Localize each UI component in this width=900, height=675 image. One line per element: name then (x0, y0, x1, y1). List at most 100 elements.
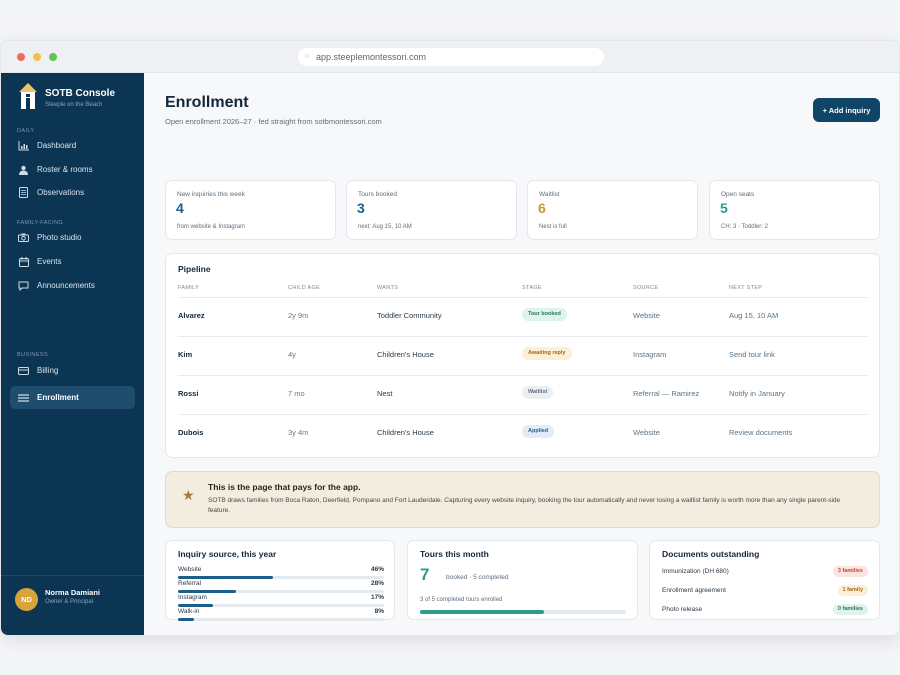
source-label: Walk-in (178, 608, 200, 615)
user-name: Norma Damiani (45, 588, 101, 597)
stat-note: Nest is full (539, 224, 567, 230)
wants-program: Nest (377, 389, 393, 398)
documents-title: Documents outstanding (662, 549, 760, 559)
source-label: Referral (178, 580, 202, 587)
next-step: Aug 15, 10 AM (729, 311, 779, 320)
table-row[interactable]: Dubois 3y 4m Children's House Applied We… (178, 414, 868, 453)
address-bar[interactable]: ○ app.steeplemontessori.com (298, 48, 604, 66)
person-icon (18, 164, 29, 175)
brand-title: SOTB Console (45, 88, 116, 99)
user-role: Owner & Principal (45, 599, 94, 605)
pipeline-table: Pipeline Family Child age Wants Stage So… (165, 253, 880, 458)
source-bar-fill (178, 576, 273, 579)
child-age: 3y 4m (288, 428, 309, 437)
document-row[interactable]: Photo release 0 families (662, 604, 868, 621)
sidebar-item-photo-studio[interactable]: Photo studio (10, 226, 135, 249)
sidebar-item-label: Events (37, 257, 62, 266)
source-bar-track (178, 576, 384, 579)
add-inquiry-button[interactable]: + Add inquiry (813, 98, 880, 122)
source: Instagram (633, 350, 667, 359)
child-age: 2y 9m (288, 311, 309, 320)
column-header-wants: Wants (377, 285, 399, 291)
maximize-window-button[interactable] (49, 53, 57, 61)
stage-badge: Tour booked (522, 308, 567, 321)
star-icon: ★ (182, 487, 195, 503)
stage-badge: Waitlist (522, 386, 554, 399)
document-label: Immunization (DH 680) (662, 568, 729, 575)
stat-card-open-seats[interactable]: Open seats 5 CH: 3 · Toddler: 2 (709, 180, 880, 240)
source-row: Referral 28% (178, 580, 384, 595)
source-label: Website (178, 566, 202, 573)
wants-program: Toddler Community (377, 311, 442, 320)
inquiry-source-card: Inquiry source, this year Website 46% Refe… (165, 540, 395, 623)
minimize-window-button[interactable] (33, 53, 41, 61)
source-bar-track (178, 618, 384, 621)
column-header-family: Family (178, 285, 199, 291)
tours-progress-fill (420, 610, 544, 614)
sidebar-item-label: Observations (37, 188, 85, 197)
sidebar-item-announcements[interactable]: Announcements (10, 274, 135, 297)
stat-note: from website & Instagram (177, 224, 246, 230)
stage-badge: Awaiting reply (522, 347, 572, 360)
sidebar-item-label: Announcements (37, 281, 95, 290)
stat-label: Open seats (721, 191, 755, 198)
calendar-icon (18, 256, 29, 267)
table-row[interactable]: Alvarez 2y 9m Toddler Community Tour boo… (178, 297, 868, 336)
main-content: Enrollment Open enrollment 2026–27 · fed… (144, 73, 899, 635)
browser-window: ○ app.steeplemontessori.com SOTB Console… (0, 40, 900, 636)
next-step: Review documents (729, 428, 793, 437)
source-percent: 46% (370, 566, 384, 573)
close-window-button[interactable] (17, 53, 25, 61)
inquiry-source-title: Inquiry source, this year (178, 549, 277, 559)
column-header-stage: Stage (522, 285, 542, 291)
lock-icon: ○ (305, 53, 310, 60)
source-label: Instagram (178, 594, 207, 601)
stat-note: CH: 3 · Toddler: 2 (721, 224, 768, 230)
source-percent: 17% (370, 594, 384, 601)
stat-card-waitlist[interactable]: Waitlist 6 Nest is full (527, 180, 698, 240)
sidebar-item-enrollment[interactable]: Enrollment (10, 386, 135, 409)
source-row: Walk-in 8% (178, 608, 384, 623)
stat-card-tours-booked[interactable]: Tours booked 3 next: Aug 15, 10 AM (346, 180, 517, 240)
source: Referral — Ramirez (633, 389, 700, 398)
sidebar-item-events[interactable]: Events (10, 250, 135, 273)
family-name: Dubois (178, 428, 204, 437)
document-count-badge: 3 families (832, 566, 868, 577)
page-title: Enrollment (165, 94, 249, 111)
table-row[interactable]: Rossi 7 mo Nest Waitlist Referral — Rami… (178, 375, 868, 414)
banner-title: This is the page that pays for the app. (208, 482, 361, 492)
family-name: Alvarez (178, 311, 205, 320)
stat-label: Waitlist (539, 191, 560, 198)
document-row[interactable]: Immunization (DH 680) 3 families (662, 566, 868, 583)
sidebar-item-roster[interactable]: Roster & rooms (10, 158, 135, 181)
document-row[interactable]: Enrollment agreement 1 family (662, 585, 868, 602)
wants-program: Children's House (377, 350, 434, 359)
info-banner: ★ This is the page that pays for the app… (165, 471, 880, 528)
sidebar-item-observations[interactable]: Observations (10, 181, 135, 204)
document-icon (18, 187, 29, 198)
document-count-badge: 0 families (832, 604, 868, 615)
source-bar-fill (178, 618, 195, 621)
child-age: 7 mo (288, 389, 305, 398)
stat-value: 5 (720, 200, 728, 216)
user-profile[interactable]: ND Norma Damiani Owner & Principal (1, 575, 144, 635)
card-icon (18, 365, 29, 376)
sidebar-item-dashboard[interactable]: Dashboard (10, 134, 135, 157)
tours-progress-track (420, 610, 626, 614)
source: Website (633, 311, 660, 320)
sidebar-item-billing[interactable]: Billing (10, 359, 135, 382)
pipeline-title: Pipeline (178, 264, 211, 274)
url-text: app.steeplemontessori.com (316, 52, 427, 62)
steeple-logo-icon (19, 83, 37, 109)
wants-program: Children's House (377, 428, 434, 437)
stat-card-new-inquiries[interactable]: New inquiries this week 4 from website &… (165, 180, 336, 240)
stat-label: New inquiries this week (177, 191, 245, 198)
source-bar-fill (178, 590, 236, 593)
tours-value: 7 (420, 565, 430, 584)
document-label: Photo release (662, 606, 703, 613)
table-row[interactable]: Kim 4y Children's House Awaiting reply I… (178, 336, 868, 375)
chat-icon (18, 280, 29, 291)
child-age: 4y (288, 350, 296, 359)
family-name: Kim (178, 350, 193, 359)
source-row: Instagram 17% (178, 594, 384, 609)
